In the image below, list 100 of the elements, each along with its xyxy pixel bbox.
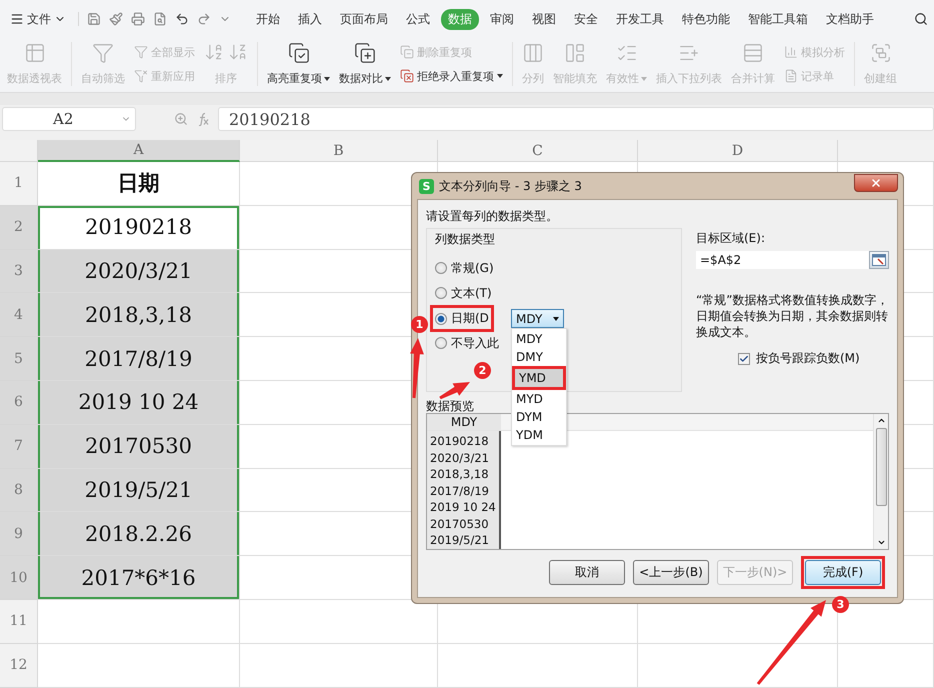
- table-cell[interactable]: 2017/8/19: [38, 337, 240, 381]
- dialog-title: 文本分列向导 - 3 步骤之 3: [439, 178, 583, 194]
- menu-tab[interactable]: 特色功能: [675, 8, 737, 30]
- pointer-arrow: [410, 338, 424, 398]
- undo-icon[interactable]: [175, 12, 189, 26]
- target-field[interactable]: =$A$2: [696, 251, 869, 269]
- close-icon: [870, 177, 882, 189]
- formula-field[interactable]: 20190218: [218, 107, 934, 131]
- menu-tab[interactable]: 开发工具: [609, 8, 671, 30]
- radio-option[interactable]: 日期(D: [435, 310, 489, 327]
- preview-cell-text: 20190218: [430, 433, 490, 450]
- ribbon-icon: [742, 42, 764, 64]
- table-cell[interactable]: 2020/3/21: [38, 250, 240, 294]
- dropdown-option[interactable]: YMD: [515, 369, 563, 387]
- select-all-corner[interactable]: [0, 140, 38, 162]
- column-header[interactable]: A: [38, 140, 240, 162]
- menu-tab[interactable]: 公式: [399, 8, 437, 30]
- caret-icon: [641, 76, 647, 80]
- column-header[interactable]: C: [438, 140, 638, 162]
- file-menu[interactable]: 文件: [6, 8, 70, 30]
- table-cell[interactable]: [38, 600, 240, 644]
- caret-icon: [497, 74, 503, 78]
- table-cell[interactable]: [838, 644, 934, 688]
- redo-icon[interactable]: [197, 12, 211, 26]
- ribbon-icon: [400, 69, 414, 83]
- zoom-icon[interactable]: [174, 112, 188, 126]
- table-cell[interactable]: [38, 644, 240, 688]
- row-header[interactable]: 12: [0, 644, 38, 688]
- caret-icon: [385, 76, 391, 80]
- ribbon-icon: [354, 42, 376, 64]
- dropdown-option[interactable]: MYD: [512, 390, 566, 408]
- column-header[interactable]: D: [638, 140, 838, 162]
- dialog-button[interactable]: <上一步(B): [633, 560, 709, 585]
- menu-tab[interactable]: 安全: [567, 8, 605, 30]
- dialog-button[interactable]: 完成(F): [805, 560, 881, 585]
- dialog-button[interactable]: 取消: [549, 560, 625, 585]
- radio-option[interactable]: 文本(T): [435, 284, 492, 302]
- ribbon-icon: [24, 42, 46, 64]
- range-picker-button[interactable]: [869, 251, 889, 269]
- preview-label: 数据预览: [426, 398, 474, 413]
- scroll-thumb[interactable]: [876, 428, 886, 506]
- table-cell[interactable]: 20170530: [38, 424, 240, 469]
- close-button[interactable]: [854, 174, 898, 192]
- name-box[interactable]: A2: [2, 107, 136, 131]
- table-cell[interactable]: 2018,3,18: [38, 293, 240, 338]
- ribbon-icon: [134, 45, 148, 59]
- caret-icon: [553, 316, 559, 320]
- dropdown-option[interactable]: DYM: [512, 408, 566, 426]
- negative-checkbox[interactable]: 按负号跟踪负数(M): [738, 350, 889, 367]
- dropdown-option[interactable]: DMY: [512, 348, 566, 366]
- preview-cell-text: 2019/5/21: [430, 532, 490, 548]
- function-icon[interactable]: [196, 112, 210, 126]
- row-header[interactable]: 1: [0, 162, 38, 206]
- menu-tab[interactable]: 视图: [525, 8, 563, 30]
- app-logo: S: [419, 178, 434, 194]
- menu-tab[interactable]: 开始: [249, 8, 287, 30]
- table-cell[interactable]: 2019 10 24: [38, 380, 240, 425]
- instruction-text: 请设置每列的数据类型。: [426, 208, 559, 225]
- menu-tab[interactable]: 审阅: [483, 8, 521, 30]
- menu-tab[interactable]: 插入: [291, 8, 329, 30]
- radio-option[interactable]: 不导入此: [435, 334, 499, 352]
- ribbon-icon: [92, 42, 114, 64]
- save-icon[interactable]: [87, 12, 101, 26]
- date-format-select[interactable]: MDY: [511, 309, 564, 328]
- search-icon[interactable]: [914, 12, 928, 26]
- sort-descending-icon: [228, 42, 248, 62]
- menu-tab[interactable]: 智能工具箱: [741, 8, 815, 30]
- table-cell[interactable]: 2017*6*16: [38, 556, 240, 600]
- brush-icon[interactable]: [109, 12, 123, 26]
- column-header[interactable]: B: [240, 140, 438, 162]
- step-badge: 3: [832, 596, 849, 613]
- menu-tab[interactable]: 文档助手: [819, 8, 881, 30]
- column-header[interactable]: [838, 140, 934, 162]
- scrollbar[interactable]: [873, 414, 888, 549]
- print-preview-icon[interactable]: [153, 12, 167, 26]
- preview-cell-text: 2020/3/21: [430, 450, 490, 466]
- table-cell[interactable]: 20190218: [38, 206, 240, 250]
- menu-tab[interactable]: 页面布局: [333, 8, 395, 30]
- ribbon-button[interactable]: 数据对比: [336, 40, 394, 88]
- row-header[interactable]: 11: [0, 600, 38, 644]
- printer-icon[interactable]: [131, 12, 145, 26]
- ribbon-icon: [288, 42, 310, 64]
- dropdown-option[interactable]: MDY: [512, 330, 566, 348]
- ribbon-icon: [564, 42, 586, 64]
- table-cell[interactable]: 2019/5/21: [38, 468, 240, 512]
- dropdown-option[interactable]: YDM: [512, 426, 566, 444]
- ribbon-icon: [134, 69, 148, 83]
- scroll-up-icon[interactable]: [876, 416, 886, 425]
- table-cell[interactable]: [240, 644, 438, 688]
- table-cell[interactable]: 日期: [38, 162, 240, 206]
- radio-option[interactable]: 常规(G): [435, 260, 494, 276]
- preview-cell-text: 2017/8/19: [430, 482, 490, 499]
- table-cell[interactable]: 2018.2.26: [38, 512, 240, 556]
- pointer-arrow: [439, 382, 470, 400]
- preview-cell-text: 20170530: [430, 516, 490, 532]
- ribbon-button[interactable]: 高亮重复项: [264, 40, 333, 88]
- sort-ascending-icon: [204, 42, 224, 62]
- scroll-down-icon[interactable]: [876, 538, 886, 547]
- ribbon-button[interactable]: 拒绝录入重复项: [397, 68, 506, 84]
- table-cell[interactable]: [438, 644, 638, 688]
